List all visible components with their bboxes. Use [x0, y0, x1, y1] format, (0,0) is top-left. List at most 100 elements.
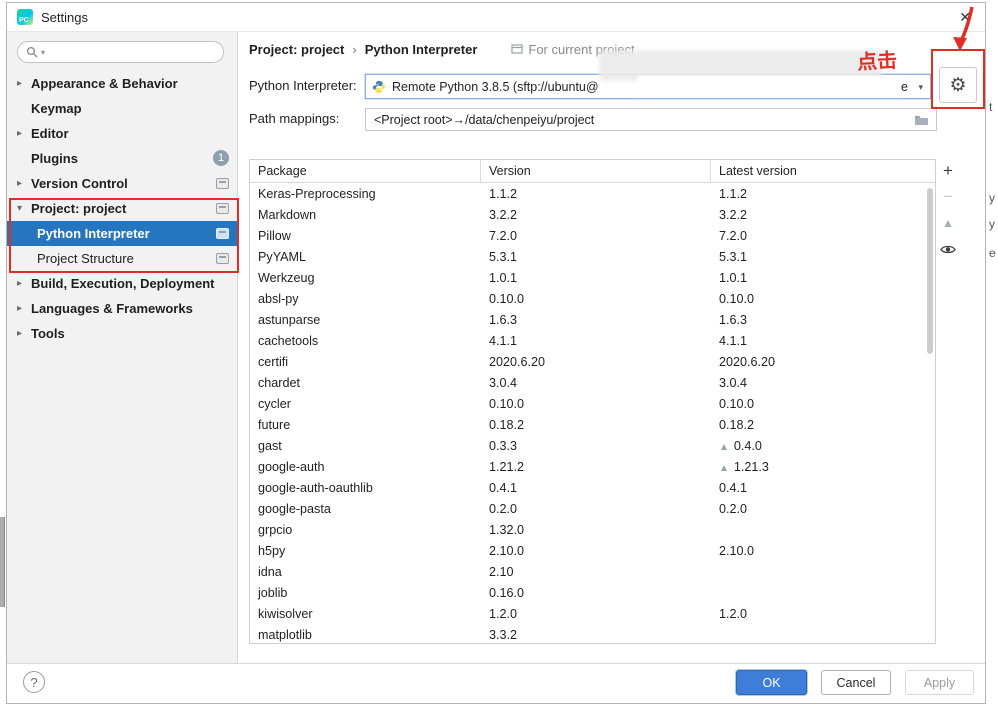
package-row[interactable]: Markdown 3.2.2 3.2.2	[250, 204, 935, 225]
sidebar-item-plugins[interactable]: Plugins 1	[7, 146, 238, 171]
package-version: 1.6.3	[489, 312, 518, 327]
package-row[interactable]: h5py 2.10.0 2.10.0	[250, 540, 935, 561]
folder-icon[interactable]	[914, 114, 929, 129]
package-latest-version: 2.10.0	[719, 543, 755, 558]
upgrade-package-button[interactable]: ▲	[937, 212, 959, 234]
search-input[interactable]	[48, 45, 215, 59]
install-package-button[interactable]: +	[937, 160, 959, 182]
help-button[interactable]: ?	[23, 671, 45, 693]
sidebar-item-label: Tools	[31, 326, 65, 341]
package-version: 0.16.0	[489, 585, 525, 600]
background-scrollbar-fragment	[0, 517, 5, 607]
package-row[interactable]: cachetools 4.1.1 4.1.1	[250, 330, 935, 351]
gear-icon: ⚙	[949, 74, 967, 96]
package-latest-version: 3.2.2	[719, 207, 748, 222]
sidebar-item-build-execution-deployment[interactable]: ▸ Build, Execution, Deployment	[7, 271, 238, 296]
package-row[interactable]: certifi 2020.6.20 2020.6.20	[250, 351, 935, 372]
package-latest-version: 1.6.3	[719, 312, 748, 327]
package-latest-version: 1.1.2	[719, 186, 748, 201]
sidebar-item-appearance-behavior[interactable]: ▸ Appearance & Behavior	[7, 71, 238, 96]
sidebar-item-keymap[interactable]: Keymap	[7, 96, 238, 121]
package-row[interactable]: kiwisolver 1.2.0 1.2.0	[250, 603, 935, 624]
package-row[interactable]: absl-py 0.10.0 0.10.0	[250, 288, 935, 309]
show-early-releases-button[interactable]	[937, 238, 959, 260]
package-latest-version: 0.10.0	[719, 291, 755, 306]
chevron-right-icon[interactable]: ▸	[17, 278, 31, 289]
package-name: idna	[258, 564, 282, 579]
column-header-latest-version[interactable]: Latest version	[711, 160, 935, 182]
background-text-fragment: y	[989, 217, 995, 231]
package-row[interactable]: future 0.18.2 0.18.2	[250, 414, 935, 435]
sidebar-item-label: Editor	[31, 126, 69, 141]
ok-button[interactable]: OK	[736, 670, 807, 695]
package-name: future	[258, 417, 291, 432]
package-version: 1.0.1	[489, 270, 518, 285]
uninstall-package-button[interactable]: −	[937, 186, 959, 208]
package-version: 1.2.0	[489, 606, 518, 621]
chevron-right-icon[interactable]: ▸	[17, 128, 31, 139]
background-text-fragment: e	[989, 246, 996, 260]
plugins-update-badge: 1	[213, 150, 229, 166]
package-row[interactable]: cycler 0.10.0 0.10.0	[250, 393, 935, 414]
chevron-right-icon[interactable]: ▸	[17, 78, 31, 89]
close-icon[interactable]: ✕	[959, 9, 971, 25]
package-name: Werkzeug	[258, 270, 315, 285]
sidebar-item-tools[interactable]: ▸ Tools	[7, 321, 238, 346]
sidebar-item-languages-frameworks[interactable]: ▸ Languages & Frameworks	[7, 296, 238, 321]
chevron-down-icon[interactable]: ▾	[17, 203, 31, 214]
package-row[interactable]: matplotlib 3.3.2	[250, 624, 935, 643]
package-latest-version: 0.18.2	[719, 417, 755, 432]
package-row[interactable]: idna 2.10	[250, 561, 935, 582]
interpreter-label: Python Interpreter:	[249, 78, 357, 93]
breadcrumb-separator-icon: ›	[352, 41, 357, 57]
chevron-down-icon[interactable]: ▾	[918, 82, 923, 93]
package-version: 4.1.1	[489, 333, 518, 348]
column-header-version[interactable]: Version	[481, 160, 711, 182]
package-row[interactable]: grpcio 1.32.0	[250, 519, 935, 540]
package-name: grpcio	[258, 522, 293, 537]
sidebar-item-python-interpreter[interactable]: Python Interpreter	[7, 221, 238, 246]
package-row[interactable]: google-pasta 0.2.0 0.2.0	[250, 498, 935, 519]
sidebar-item-version-control[interactable]: ▸ Version Control	[7, 171, 238, 196]
sidebar-item-project-structure[interactable]: Project Structure	[7, 246, 238, 271]
package-row[interactable]: PyYAML 5.3.1 5.3.1	[250, 246, 935, 267]
package-row[interactable]: Keras-Preprocessing 1.1.2 1.1.2	[250, 183, 935, 204]
path-mappings-field[interactable]: <Project root>→/data/chenpeiyu/project	[365, 108, 937, 131]
package-row[interactable]: gast 0.3.3 ▲ 0.4.0	[250, 435, 935, 456]
redaction-blur	[637, 76, 899, 97]
package-version: 0.10.0	[489, 291, 525, 306]
interpreter-settings-button[interactable]: ⚙	[939, 67, 977, 103]
package-latest-version: ▲ 1.21.3	[719, 459, 769, 474]
package-name: Keras-Preprocessing	[258, 186, 376, 201]
breadcrumb-page: Python Interpreter	[364, 41, 478, 57]
table-scrollbar-thumb[interactable]	[927, 188, 933, 354]
package-row[interactable]: google-auth 1.21.2 ▲ 1.21.3	[250, 456, 935, 477]
sidebar-item-project-project[interactable]: ▾ Project: project	[7, 196, 238, 221]
package-row[interactable]: astunparse 1.6.3 1.6.3	[250, 309, 935, 330]
sidebar-item-editor[interactable]: ▸ Editor	[7, 121, 238, 146]
chevron-right-icon[interactable]: ▸	[17, 303, 31, 314]
apply-button[interactable]: Apply	[905, 670, 974, 695]
chevron-right-icon[interactable]: ▸	[17, 328, 31, 339]
cancel-button[interactable]: Cancel	[821, 670, 891, 695]
breadcrumb-project[interactable]: Project: project	[249, 42, 344, 57]
chevron-right-icon[interactable]: ▸	[17, 178, 31, 189]
package-version: 0.10.0	[489, 396, 525, 411]
package-row[interactable]: joblib 0.16.0	[250, 582, 935, 603]
package-latest-version: 1.0.1	[719, 270, 748, 285]
package-table-header: Package Version Latest version	[250, 160, 935, 183]
package-row[interactable]: Werkzeug 1.0.1 1.0.1	[250, 267, 935, 288]
sidebar-item-label: Keymap	[31, 101, 82, 116]
settings-dialog: PC Settings ✕ ▾ ▸ Appearance & Behavior Ke…	[6, 2, 986, 704]
python-icon	[372, 80, 386, 94]
package-name: google-auth-oauthlib	[258, 480, 373, 495]
package-version: 1.32.0	[489, 522, 525, 537]
package-row[interactable]: google-auth-oauthlib 0.4.1 0.4.1	[250, 477, 935, 498]
path-mappings-label: Path mappings:	[249, 111, 340, 126]
package-row[interactable]: chardet 3.0.4 3.0.4	[250, 372, 935, 393]
table-scrollbar[interactable]	[926, 184, 934, 642]
package-row[interactable]: Pillow 7.2.0 7.2.0	[250, 225, 935, 246]
column-header-package[interactable]: Package	[250, 160, 481, 182]
package-version: 3.0.4	[489, 375, 518, 390]
search-box[interactable]: ▾	[17, 41, 224, 63]
